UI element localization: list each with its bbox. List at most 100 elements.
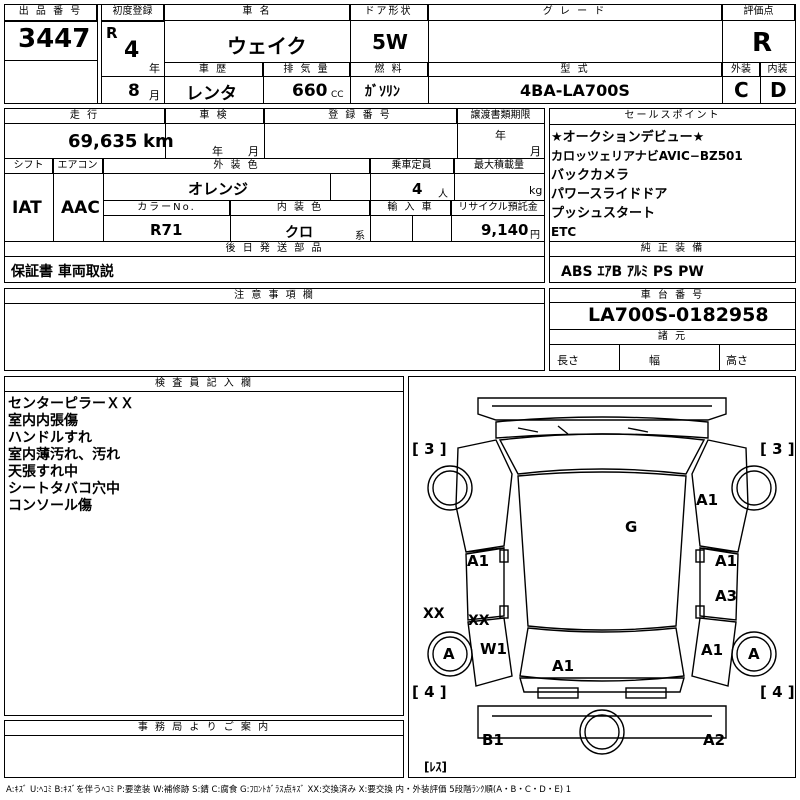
mileage-unit: km xyxy=(143,131,174,152)
import-header: 輸 入 車 xyxy=(371,201,451,216)
reg-month: 8 xyxy=(128,81,140,101)
ext-grade: C xyxy=(734,78,749,102)
inspector-notes: センターピラーＸＸ 室内内張傷 ハンドルすれ 室内薄汚れ、汚れ 天張すれ中 シー… xyxy=(8,396,134,515)
door-type: 5W xyxy=(372,30,408,54)
tread-front-right: [ 3 ] xyxy=(760,440,795,458)
type-value: 4BA-LA700S xyxy=(520,81,630,100)
first-reg-header: 初度登録 xyxy=(102,5,164,21)
handover-header: 譲渡書類期限 xyxy=(457,109,544,124)
sales-item: プッシュスタート xyxy=(551,206,656,221)
mileage-header: 走 行 xyxy=(5,109,165,124)
mid-vline3 xyxy=(457,109,458,159)
model-header: 車 名 xyxy=(165,5,350,21)
load-unit: kg xyxy=(529,184,543,197)
sales-list: ★オークションデビュー★ カロッツェリアナビAVIC−BZ501 バックカメラ … xyxy=(551,128,743,242)
inspection-month: 月 xyxy=(248,145,259,158)
reg-hline2 xyxy=(101,76,164,77)
capacity-header: 乗車定員 xyxy=(370,159,454,174)
damage-mark: A1 xyxy=(715,552,738,570)
equip-value: ABS ｴｱB ｱﾙﾐ PS PW xyxy=(561,264,704,280)
reg-year: 4 xyxy=(124,38,140,63)
ac-value: AAC xyxy=(61,198,100,218)
type-header: 型 式 xyxy=(429,63,722,77)
damage-mark: A2 xyxy=(703,731,726,749)
inspector-header: 検 査 員 記 入 欄 xyxy=(5,377,403,392)
reg-hline xyxy=(102,21,164,22)
inspection-header: 車 検 xyxy=(165,109,264,124)
displacement-header: 排 気 量 xyxy=(264,63,350,77)
tire-front-right-grade: A xyxy=(748,645,760,663)
note-line: ハンドルすれ xyxy=(8,430,92,446)
equip-header: 純 正 装 備 xyxy=(550,242,795,257)
intcolor-suffix: 系 xyxy=(355,231,365,242)
handover-year: 年 xyxy=(495,129,506,142)
month-unit: 月 xyxy=(149,89,160,102)
ext-header: 外装 xyxy=(723,63,760,77)
tread-rear-left: [ 4 ] xyxy=(412,683,447,701)
recycle-value: 9,140 xyxy=(481,221,529,239)
lot-hline xyxy=(5,21,97,22)
colorno-header: カラーNo. xyxy=(104,201,230,216)
damage-mark: W1 xyxy=(480,640,507,658)
shift-value: IAT xyxy=(12,198,42,218)
damage-mark: XX xyxy=(468,613,490,629)
sales-item: パワースライドドア xyxy=(551,187,668,202)
mid-vline11 xyxy=(412,216,413,242)
color-header: 外 装 色 xyxy=(104,159,370,174)
lot-header: 出 品 番 号 xyxy=(5,5,97,21)
dims-width: 幅 xyxy=(649,354,660,367)
damage-mark: G xyxy=(625,518,638,536)
intcolor-value: クロ xyxy=(285,225,313,241)
mid-vline6 xyxy=(330,174,331,200)
era: R xyxy=(106,24,118,42)
dims-vline1 xyxy=(619,345,620,371)
damage-mark: A1 xyxy=(696,491,719,509)
dims-vline2 xyxy=(719,345,720,371)
dims-header: 諸 元 xyxy=(550,330,795,345)
shift-header: シフト xyxy=(5,159,53,174)
recycle-header: リサイクル預託金 xyxy=(452,201,544,216)
spare-tire-label: [ﾚｽ] xyxy=(424,760,447,774)
recycle-unit: 円 xyxy=(530,230,540,241)
history-value: レンタ xyxy=(186,84,237,104)
dims-length: 長さ xyxy=(557,354,579,367)
year-unit: 年 xyxy=(149,62,160,75)
note-line: 室内内張傷 xyxy=(8,413,78,429)
inspection-year: 年 xyxy=(212,145,223,158)
sales-item: バックカメラ xyxy=(551,168,630,183)
legend: A:ｷｽﾞ U:ﾍｺﾐ B:ｷｽﾞを伴うﾍｺﾐ P:要塗装 W:補修跡 S:錆 … xyxy=(6,785,572,795)
fuel-value: ｶﾞｿﾘﾝ xyxy=(365,84,400,100)
note-line: 天張すれ中 xyxy=(8,464,78,480)
note-line: コンソール傷 xyxy=(8,498,92,514)
tread-rear-right: [ 4 ] xyxy=(760,683,795,701)
mid-vline1 xyxy=(165,109,166,159)
load-header: 最大積載量 xyxy=(454,159,544,174)
damage-mark: A3 xyxy=(715,587,738,605)
model-name: ウェイク xyxy=(227,34,307,58)
capacity-value: 4 xyxy=(412,180,423,198)
mid-vline8 xyxy=(454,159,455,201)
chassis-header: 車 台 番 号 xyxy=(550,289,795,303)
note-line: センターピラーＸＸ xyxy=(8,396,134,412)
lot-divider xyxy=(5,60,97,61)
capacity-unit: 人 xyxy=(438,189,448,200)
chassis-number: LA700S-0182958 xyxy=(588,304,769,326)
vline-c xyxy=(350,5,351,63)
mid-vline4 xyxy=(53,159,54,242)
colorno-value: R71 xyxy=(150,221,183,239)
caution-header: 注 意 事 項 欄 xyxy=(5,289,544,304)
displacement-value: 660 xyxy=(292,81,328,101)
handover-month: 月 xyxy=(530,145,541,158)
door-header: ドア形状 xyxy=(350,5,428,21)
car-outline xyxy=(427,397,777,755)
office-header: 事 務 局 よ り ご 案 内 xyxy=(5,721,403,736)
history-header: 車 歴 xyxy=(165,63,263,77)
damage-mark: A1 xyxy=(467,552,490,570)
sales-item: ETC xyxy=(551,225,577,239)
mileage-value: 69,635 xyxy=(68,131,138,152)
ac-header: エアコン xyxy=(53,159,103,174)
color-value: オレンジ xyxy=(188,180,249,198)
dims-height: 高さ xyxy=(726,354,748,367)
damage-mark: B1 xyxy=(482,731,504,749)
score-value: R xyxy=(752,28,773,58)
